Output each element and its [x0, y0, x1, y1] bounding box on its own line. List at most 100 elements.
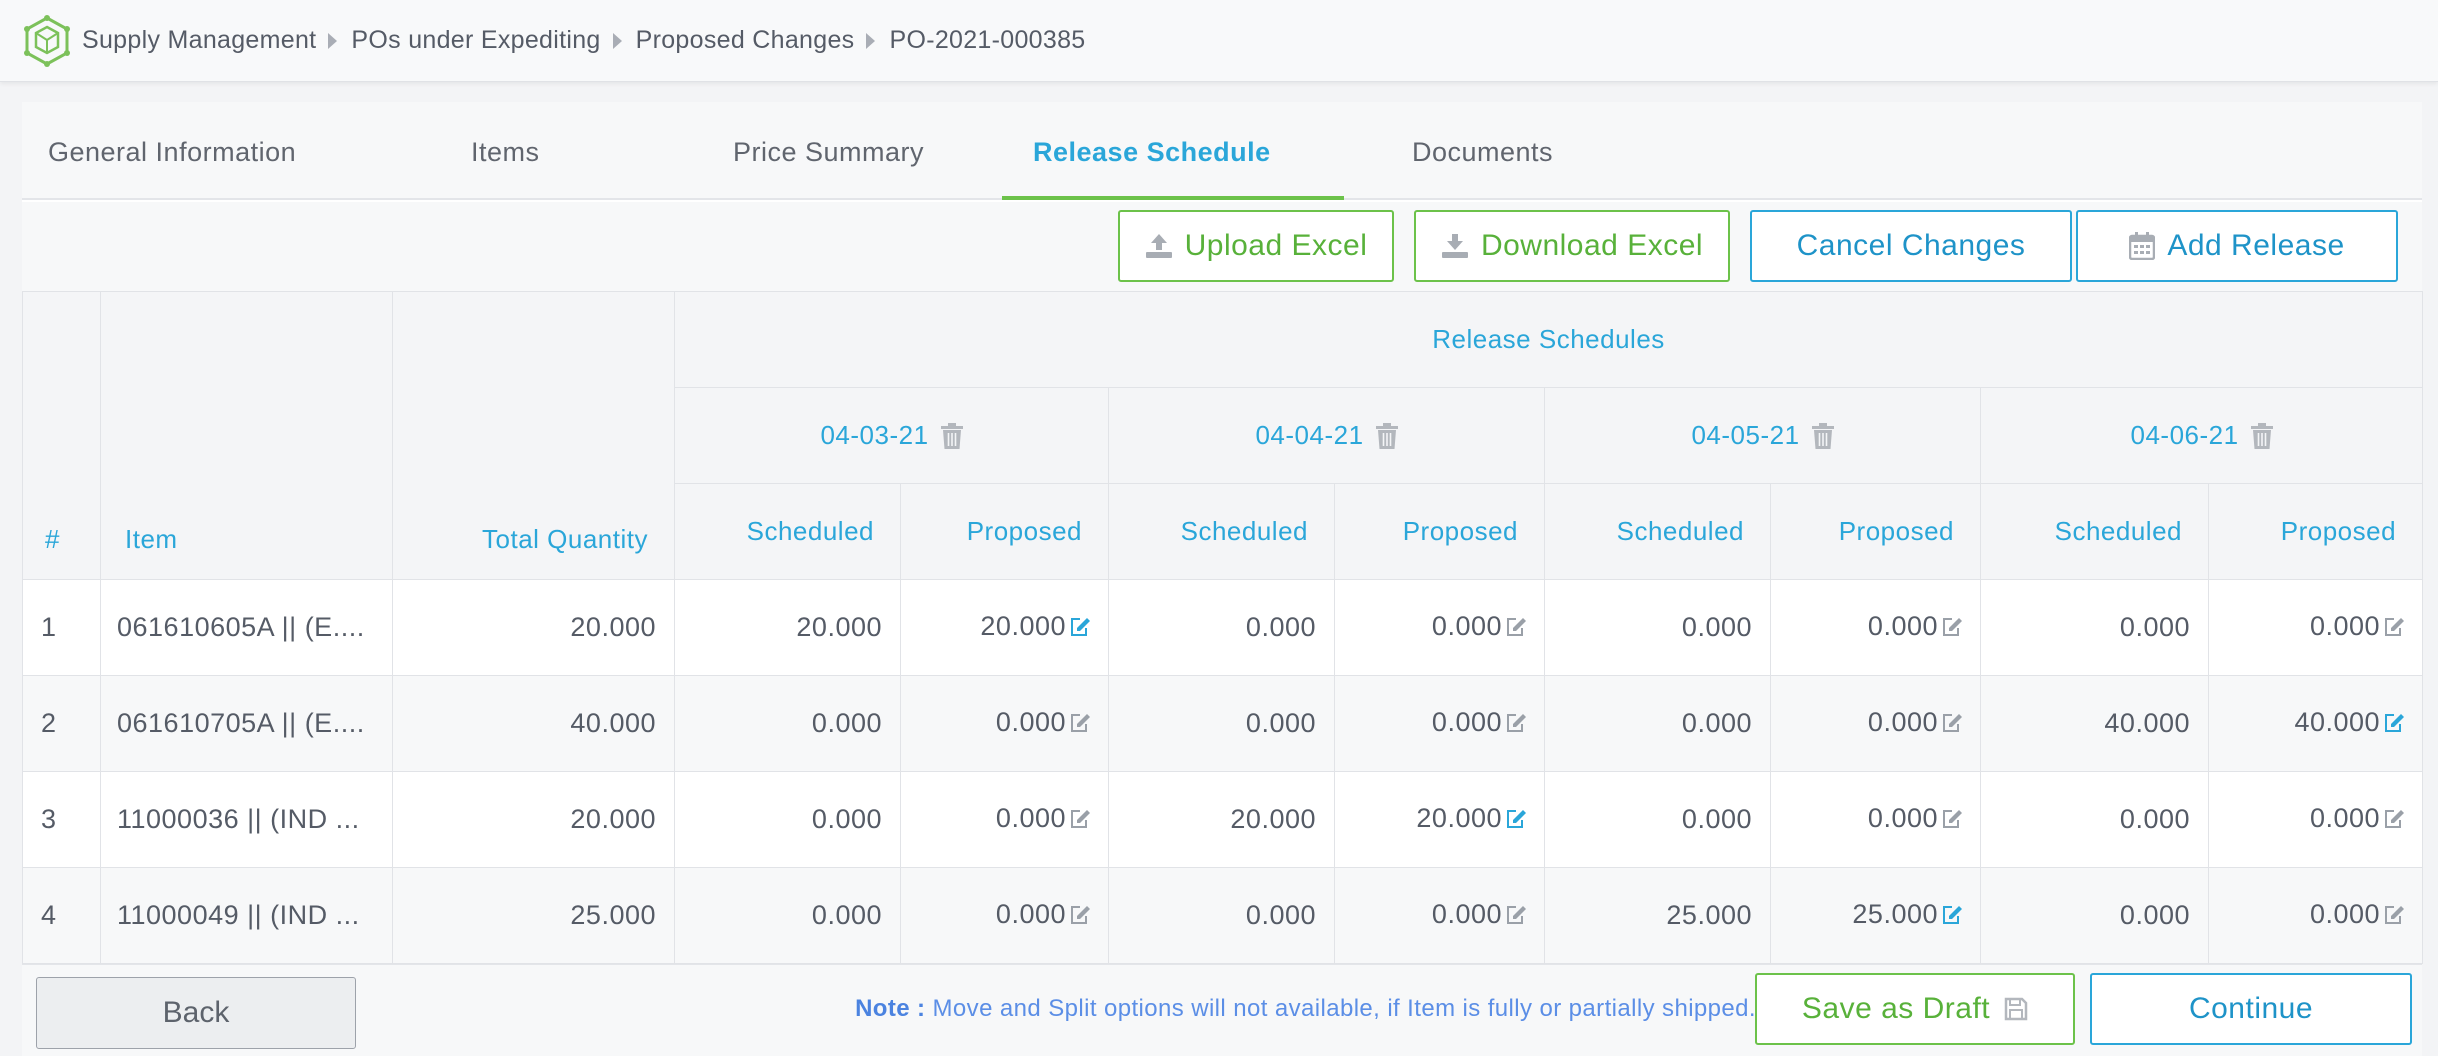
total-quantity-cell: 20.000: [392, 771, 675, 868]
edit-icon[interactable]: [1068, 901, 1092, 932]
column-header-item: Item: [100, 291, 393, 580]
proposed-cell: 0.000: [900, 867, 1109, 964]
row-number: 3: [22, 771, 101, 868]
tab-price-summary[interactable]: Price Summary: [733, 102, 924, 200]
release-date-header: 04-06-21: [1979, 387, 2424, 484]
edit-icon[interactable]: [1504, 805, 1528, 836]
proposed-value: 0.000: [1431, 611, 1502, 641]
proposed-value: 20.000: [980, 611, 1066, 641]
breadcrumb-separator-icon: [866, 32, 876, 49]
cancel-changes-button[interactable]: Cancel Changes: [1750, 210, 2072, 282]
edit-icon[interactable]: [2382, 709, 2406, 740]
delete-release-icon[interactable]: [940, 422, 963, 449]
scheduled-cell: 0.000: [1108, 579, 1335, 676]
breadcrumb-separator-icon: [612, 32, 622, 49]
delete-release-icon[interactable]: [1811, 422, 1834, 449]
tab-release-schedule[interactable]: Release Schedule: [1033, 102, 1271, 200]
save-as-draft-button[interactable]: Save as Draft: [1755, 973, 2075, 1045]
continue-button[interactable]: Continue: [2090, 973, 2412, 1045]
proposed-value: 25.000: [1852, 899, 1938, 929]
breadcrumb-pos-under-expediting[interactable]: POs under Expediting: [351, 26, 600, 55]
add-release-button[interactable]: Add Release: [2076, 210, 2398, 282]
column-header-number: #: [22, 291, 101, 580]
release-date-label: 04-04-21: [1255, 420, 1364, 450]
column-group-release-schedules: Release Schedules: [673, 291, 2424, 388]
edit-icon[interactable]: [1504, 901, 1528, 932]
delete-release-icon[interactable]: [1375, 422, 1398, 449]
edit-icon[interactable]: [1504, 613, 1528, 644]
column-header-proposed: Proposed: [1334, 483, 1545, 580]
proposed-value: 20.000: [1416, 803, 1502, 833]
calendar-icon: [2129, 232, 2156, 260]
tab-items[interactable]: Items: [471, 102, 540, 200]
proposed-cell: 0.000: [1770, 771, 1981, 868]
scheduled-cell: 20.000: [1108, 771, 1335, 868]
tab-general-information[interactable]: General Information: [48, 102, 296, 200]
delete-release-icon[interactable]: [2250, 422, 2273, 449]
proposed-value: 0.000: [2309, 611, 2381, 641]
proposed-value: 0.000: [2309, 803, 2381, 833]
total-quantity-cell: 20.000: [392, 579, 675, 676]
footer-bar: Back Note : Move and Split options will …: [22, 964, 2422, 1056]
breadcrumb-proposed-changes[interactable]: Proposed Changes: [636, 26, 855, 55]
row-number: 1: [22, 579, 101, 676]
proposed-cell: 0.000: [1334, 675, 1545, 772]
back-button[interactable]: Back: [36, 977, 356, 1049]
edit-icon[interactable]: [1068, 613, 1092, 644]
note-label: Note :: [855, 995, 926, 1022]
column-header-scheduled: Scheduled: [1980, 483, 2209, 580]
item-cell: 11000036 || (IND ...: [100, 771, 393, 868]
total-quantity-cell: 25.000: [392, 867, 675, 964]
row-number: 2: [22, 675, 101, 772]
top-bar: Supply Management POs under Expediting P…: [0, 0, 2438, 82]
edit-icon[interactable]: [1068, 709, 1092, 740]
release-schedule-card: General Information Items Price Summary …: [22, 102, 2424, 1056]
upload-excel-label: Upload Excel: [1184, 229, 1368, 262]
proposed-cell: 0.000: [1770, 675, 1981, 772]
proposed-value: 0.000: [1867, 611, 1938, 641]
item-cell: 061610705A || (E....: [100, 675, 393, 772]
breadcrumb-separator-icon: [328, 32, 338, 49]
proposed-value: 0.000: [1431, 707, 1502, 737]
scheduled-cell: 0.000: [1980, 771, 2209, 868]
proposed-cell: 0.000: [2207, 867, 2424, 964]
edit-icon[interactable]: [1940, 805, 1964, 836]
proposed-cell: 25.000: [1770, 867, 1981, 964]
download-icon: [1441, 233, 1469, 259]
scheduled-cell: 0.000: [674, 867, 901, 964]
scheduled-cell: 0.000: [1108, 675, 1335, 772]
edit-icon[interactable]: [2382, 901, 2406, 932]
proposed-value: 0.000: [995, 899, 1066, 929]
edit-icon[interactable]: [1068, 805, 1092, 836]
release-date-label: 04-06-21: [2130, 420, 2239, 450]
scheduled-cell: 0.000: [1980, 867, 2209, 964]
edit-icon[interactable]: [1940, 613, 1964, 644]
scheduled-cell: 0.000: [674, 675, 901, 772]
proposed-cell: 20.000: [1334, 771, 1545, 868]
release-date-label: 04-05-21: [1691, 420, 1800, 450]
breadcrumb-supply-management[interactable]: Supply Management: [82, 26, 316, 55]
upload-icon: [1145, 233, 1173, 259]
proposed-value: 0.000: [1867, 707, 1938, 737]
edit-icon[interactable]: [2382, 613, 2406, 644]
table-row: 2 061610705A || (E.... 40.000 0.000 0.000 0.0…: [22, 675, 2424, 772]
column-header-scheduled: Scheduled: [1108, 483, 1335, 580]
upload-excel-button[interactable]: Upload Excel: [1118, 210, 1394, 282]
tab-documents[interactable]: Documents: [1412, 102, 1553, 200]
edit-icon[interactable]: [2382, 805, 2406, 836]
row-number: 4: [22, 867, 101, 964]
edit-icon[interactable]: [1504, 709, 1528, 740]
app-logo-icon[interactable]: [22, 14, 72, 67]
release-date-header: 04-03-21: [674, 387, 1109, 484]
edit-icon[interactable]: [1940, 709, 1964, 740]
floppy-disk-icon: [2004, 997, 2028, 1021]
proposed-value: 0.000: [1867, 803, 1938, 833]
scheduled-cell: 40.000: [1980, 675, 2209, 772]
download-excel-label: Download Excel: [1480, 229, 1704, 262]
edit-icon[interactable]: [1940, 901, 1964, 932]
scheduled-cell: 0.000: [1544, 675, 1771, 772]
column-header-scheduled: Scheduled: [674, 483, 901, 580]
save-as-draft-label: Save as Draft: [1801, 992, 1991, 1025]
proposed-cell: 0.000: [1770, 579, 1981, 676]
download-excel-button[interactable]: Download Excel: [1414, 210, 1730, 282]
